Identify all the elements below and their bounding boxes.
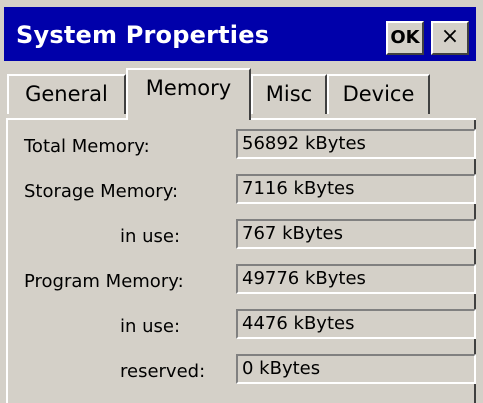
- system-properties-window: System Properties OK × General Memory Mi…: [0, 0, 483, 403]
- program-memory-label: Program Memory:: [24, 271, 184, 292]
- tab-strip: General Memory Misc Device: [0, 66, 483, 120]
- storage-in-use-value: 767 kBytes: [236, 219, 476, 249]
- total-memory-value: 56892 kBytes: [236, 129, 476, 159]
- tab-memory[interactable]: Memory: [126, 68, 251, 120]
- close-button[interactable]: ×: [431, 21, 469, 55]
- storage-in-use-label: in use:: [120, 226, 181, 247]
- program-reserved-value: 0 kBytes: [236, 354, 476, 384]
- window-title: System Properties: [16, 21, 270, 49]
- program-in-use-value: 4476 kBytes: [236, 309, 476, 339]
- storage-memory-value: 7116 kBytes: [236, 174, 476, 204]
- tab-general[interactable]: General: [7, 74, 126, 114]
- program-reserved-label: reserved:: [120, 361, 206, 382]
- storage-memory-label: Storage Memory:: [24, 181, 179, 202]
- program-in-use-label: in use:: [120, 316, 181, 337]
- total-memory-label: Total Memory:: [24, 136, 150, 157]
- memory-panel: Total Memory: 56892 kBytes Storage Memor…: [6, 120, 476, 403]
- tab-misc[interactable]: Misc: [251, 74, 327, 114]
- ok-button[interactable]: OK: [386, 21, 424, 55]
- program-memory-value: 49776 kBytes: [236, 264, 476, 294]
- tab-device[interactable]: Device: [327, 74, 430, 114]
